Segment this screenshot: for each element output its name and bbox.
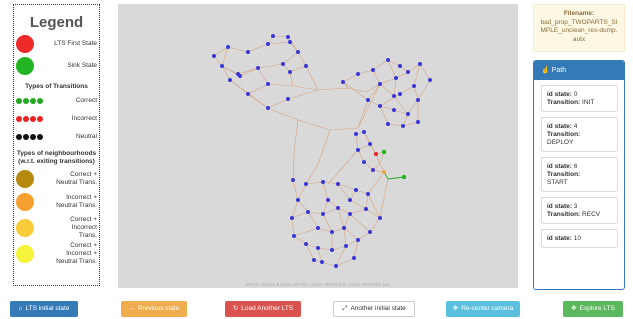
legend-n3: Correct + Incorrect Trans. bbox=[16, 216, 97, 240]
step-transition-label: Transition: bbox=[547, 211, 581, 218]
neighbourhoods-title: Types of neighbourhoods (w.r.t. exiting … bbox=[16, 150, 97, 165]
refresh-icon: ↻ bbox=[232, 305, 239, 312]
path-panel: ☝ Path id state: 0 Transition: INIT id st… bbox=[533, 60, 625, 290]
n1-label: Correct + Neutral Trans. bbox=[56, 171, 97, 186]
step-state-label: id state: bbox=[547, 203, 572, 210]
step-transition-label: Transition: bbox=[547, 131, 581, 138]
path-step: id state: 6 Transition: START bbox=[541, 157, 618, 192]
legend-incorrect: Incorrect bbox=[16, 115, 97, 123]
explore-lts-label: Explore LTS bbox=[579, 305, 615, 312]
explore-lts-button[interactable]: ✥ Explore LTS bbox=[563, 301, 623, 317]
n3-swatch bbox=[16, 219, 34, 237]
first-state-label: LTS First State bbox=[54, 40, 97, 47]
legend-n4: Correct + Incorrect + Neutral Trans. bbox=[16, 242, 97, 266]
n3-label: Correct + Incorrect Trans. bbox=[70, 216, 97, 239]
n1-swatch bbox=[16, 170, 34, 188]
load-another-lts-label: Load Another LTS bbox=[241, 305, 294, 312]
step-state-value: 0 bbox=[573, 91, 578, 98]
home-icon: ⌂ bbox=[18, 305, 23, 312]
recenter-camera-button[interactable]: ✥ Re-center camera bbox=[446, 301, 520, 317]
path-step: id state: 0 Transition: INIT bbox=[541, 85, 618, 112]
lts-initial-state-label: LTS initial state bbox=[25, 305, 70, 312]
graph-svg bbox=[212, 34, 432, 268]
path-steps: id state: 0 Transition: INIT id state: 4… bbox=[534, 85, 624, 248]
path-header: ☝ Path bbox=[534, 61, 624, 80]
step-state-label: id state: bbox=[547, 91, 572, 98]
step-state-value: 10 bbox=[573, 235, 581, 242]
correct-dots bbox=[16, 98, 44, 104]
legend-neutral: Neutral bbox=[16, 133, 97, 141]
step-state-value: 4 bbox=[573, 123, 578, 130]
graph-edges bbox=[213, 35, 431, 267]
legend-first-state: LTS First State bbox=[16, 35, 97, 53]
filename-label: Filename: bbox=[563, 10, 595, 17]
move-icon: ✥ bbox=[571, 305, 577, 312]
sink-state-swatch bbox=[16, 57, 34, 75]
step-state-value: 6 bbox=[573, 163, 578, 170]
graph-nodes bbox=[212, 34, 432, 268]
n2-label: Incorrect + Neutral Trans. bbox=[56, 194, 97, 209]
legend-panel: Legend LTS First State Sink State Types … bbox=[13, 4, 100, 286]
neutral-label: Neutral bbox=[76, 133, 97, 140]
graph-controls-hint: MOVE: mouse & press LEFT/A: rotate, MIDD… bbox=[245, 282, 391, 287]
step-state-value: 3 bbox=[573, 203, 578, 210]
first-state-swatch bbox=[16, 35, 34, 53]
path-step: id state: 3 Transition: RECV bbox=[541, 197, 618, 224]
path-step: id state: 4 Transition: DEPLOY bbox=[541, 117, 618, 152]
n4-swatch bbox=[16, 245, 34, 263]
incorrect-dots bbox=[16, 116, 44, 122]
step-transition-value: START bbox=[547, 179, 568, 186]
step-transition-value: DEPLOY bbox=[547, 139, 574, 146]
hand-pointer-icon: ☝ bbox=[541, 67, 550, 74]
previous-state-button[interactable]: ← Previous state bbox=[121, 301, 187, 317]
transitions-title: Types of Transitions bbox=[25, 83, 88, 90]
step-transition-label: Transition: bbox=[547, 99, 581, 106]
recenter-camera-label: Re-center camera bbox=[461, 305, 514, 312]
step-state-label: id state: bbox=[547, 235, 572, 242]
crosshair-icon: ✥ bbox=[452, 305, 459, 312]
graph-canvas[interactable]: MOVE: mouse & press LEFT/A: rotate, MIDD… bbox=[118, 4, 518, 288]
legend-title: Legend bbox=[29, 14, 84, 31]
legend-n2: Incorrect + Neutral Trans. bbox=[16, 193, 97, 211]
legend-n1: Correct + Neutral Trans. bbox=[16, 170, 97, 188]
path-step: id state: 10 bbox=[541, 229, 618, 248]
sink-state-label: Sink State bbox=[67, 62, 97, 69]
step-state-label: id state: bbox=[547, 163, 572, 170]
filename-box: Filename: bad_prop_TWOPARTS_SIMPLE_uncle… bbox=[533, 4, 625, 52]
load-another-lts-button[interactable]: ↻ Load Another LTS bbox=[225, 301, 301, 317]
neutral-dots bbox=[16, 134, 44, 140]
graph-highlight bbox=[374, 149, 407, 180]
correct-label: Correct bbox=[75, 97, 97, 104]
arrow-left-icon: ← bbox=[128, 305, 136, 312]
step-state-label: id state: bbox=[547, 123, 572, 130]
lts-initial-state-button[interactable]: ⌂ LTS initial state bbox=[10, 301, 78, 317]
step-transition-label: Transition: bbox=[547, 171, 581, 178]
n4-label: Correct + Incorrect + Neutral Trans. bbox=[56, 242, 97, 265]
step-transition-value: INIT bbox=[582, 99, 595, 106]
n2-swatch bbox=[16, 193, 34, 211]
legend-sink-state: Sink State bbox=[16, 57, 97, 75]
app-root: Legend LTS First State Sink State Types … bbox=[0, 0, 633, 319]
another-initial-state-button[interactable]: ⤢ Another initial state bbox=[333, 301, 415, 317]
filename-value: bad_prop_TWOPARTS_SIMPLE_unclean_res-dum… bbox=[540, 18, 618, 43]
another-initial-state-label: Another initial state bbox=[350, 305, 406, 312]
incorrect-label: Incorrect bbox=[71, 115, 97, 122]
previous-state-label: Previous state bbox=[138, 305, 180, 312]
legend-correct: Correct bbox=[16, 97, 97, 105]
step-transition-value: RECV bbox=[582, 211, 601, 218]
expand-icon: ⤢ bbox=[342, 305, 348, 312]
path-title: Path bbox=[551, 67, 567, 74]
